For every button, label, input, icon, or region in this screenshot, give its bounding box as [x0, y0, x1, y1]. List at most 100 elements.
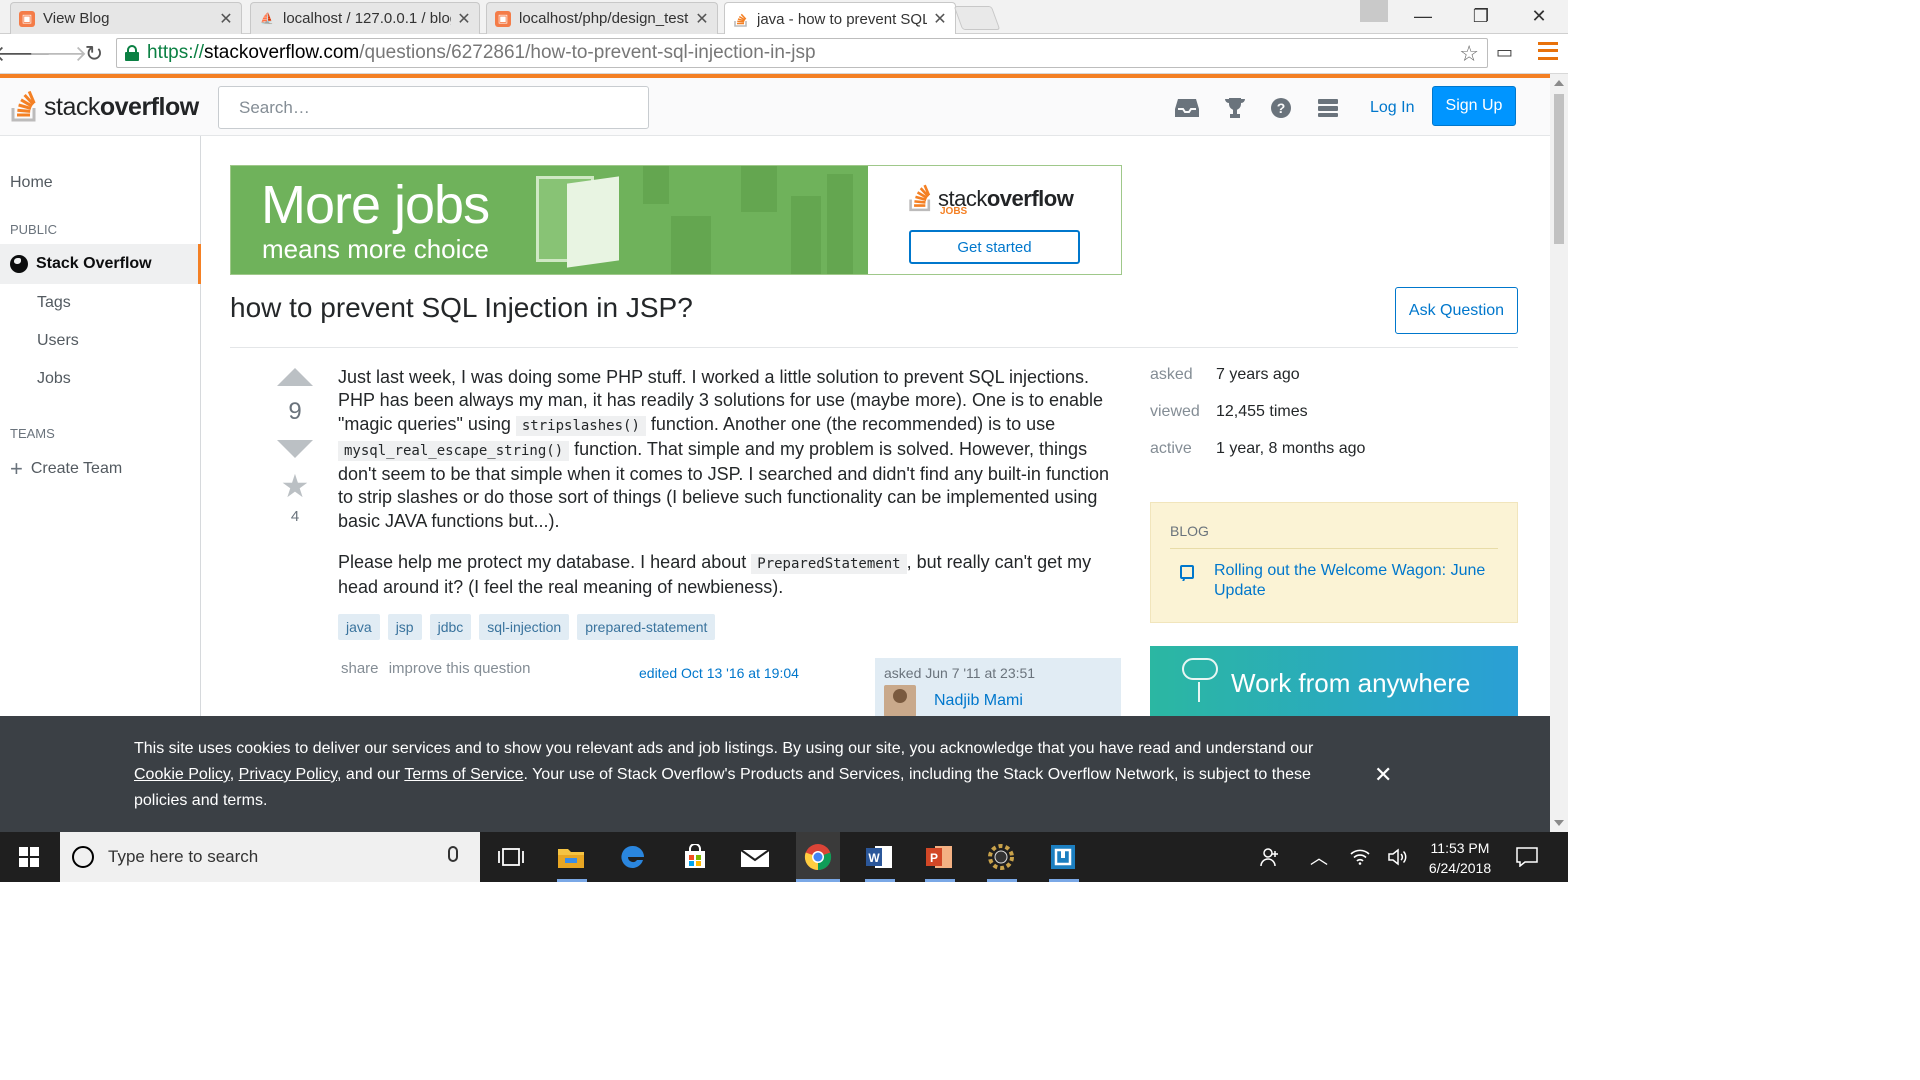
nav-stack-overflow[interactable]: Stack Overflow [0, 244, 201, 284]
cookie-banner: This site uses cookies to deliver our se… [0, 716, 1550, 832]
inline-code: stripslashes() [515, 415, 646, 436]
word-icon[interactable]: W [864, 842, 894, 872]
app-window-icon[interactable] [1048, 842, 1078, 872]
new-tab-button[interactable] [953, 6, 1001, 30]
downvote-arrow-icon[interactable] [277, 440, 313, 458]
tag-sql-injection[interactable]: sql-injection [479, 614, 570, 640]
scrollbar-thumb[interactable] [1554, 94, 1564, 244]
tab-close-icon[interactable]: ✕ [695, 9, 709, 29]
left-sidebar: Home PUBLIC Stack Overflow Tags Users Jo… [0, 136, 201, 716]
stat-value[interactable]: 1 year, 8 months ago [1216, 440, 1365, 477]
cast-icon[interactable]: ▭ [1496, 42, 1513, 63]
close-window-icon[interactable]: ✕ [1510, 0, 1568, 32]
stat-key: asked [1150, 366, 1193, 383]
tab-title: localhost/php/design_test [519, 10, 689, 27]
login-link[interactable]: Log In [1358, 90, 1426, 126]
wifi-icon[interactable] [1350, 832, 1370, 882]
get-started-button[interactable]: Get started [909, 230, 1080, 264]
inbox-icon[interactable] [1174, 96, 1200, 120]
phpmyadmin-icon: ⛵ [260, 13, 274, 25]
terms-of-service-link[interactable]: Terms of Service [404, 766, 523, 783]
tab-title: java - how to prevent SQL [757, 10, 927, 28]
work-from-anywhere-promo[interactable]: Work from anywhere [1150, 646, 1518, 716]
reload-icon[interactable]: ↻ [80, 40, 108, 68]
favorite-star-icon[interactable]: ★ [270, 470, 320, 502]
vote-panel: 9 ★ 4 [270, 368, 320, 525]
question-title[interactable]: how to prevent SQL Injection in JSP? [230, 292, 693, 324]
volume-icon[interactable] [1387, 832, 1407, 882]
minimize-icon[interactable]: — [1394, 0, 1452, 32]
nav-users[interactable]: Users [37, 332, 79, 350]
scroll-down-icon[interactable] [1554, 820, 1564, 826]
task-view-icon[interactable] [496, 842, 526, 872]
xampp-gear-icon[interactable] [986, 842, 1016, 872]
taskbar-search[interactable]: Type here to search [60, 832, 480, 882]
signup-button[interactable]: Sign Up [1432, 86, 1516, 126]
ask-question-button[interactable]: Ask Question [1395, 287, 1518, 334]
browser-tab-design-test[interactable]: ▣ localhost/php/design_test ✕ [486, 2, 718, 34]
windows-taskbar: Type here to search W P ︿ 11:53 PM 6/24/… [0, 832, 1568, 882]
nav-section-teams: TEAMS [10, 426, 55, 441]
tag-jsp[interactable]: jsp [387, 614, 422, 640]
scroll-up-icon[interactable] [1554, 80, 1564, 86]
edited-link[interactable]: edited Oct 13 '16 at 19:04 [639, 665, 799, 681]
chrome-menu-icon[interactable] [1538, 40, 1558, 62]
address-bar[interactable]: https://stackoverflow.com/questions/6272… [116, 38, 1488, 68]
cookie-text: This site uses cookies to deliver our se… [134, 740, 1314, 809]
browser-tab-phpmyadmin[interactable]: ⛵ localhost / 127.0.0.1 / blog ✕ [250, 2, 480, 34]
tag-prepared-statement[interactable]: prepared-statement [577, 614, 716, 640]
achievements-trophy-icon[interactable] [1222, 96, 1248, 120]
maximize-icon[interactable]: ❐ [1452, 0, 1510, 32]
search-input[interactable] [218, 86, 649, 129]
bookmark-star-icon[interactable]: ☆ [1459, 41, 1479, 67]
question-body: Just last week, I was doing some PHP stu… [338, 366, 1123, 618]
file-explorer-icon[interactable] [556, 842, 586, 872]
avatar[interactable] [884, 685, 916, 717]
clock-date: 6/24/2018 [1428, 860, 1492, 876]
tag-jdbc[interactable]: jdbc [429, 614, 472, 640]
chrome-icon[interactable] [803, 842, 833, 872]
browser-tab-stackoverflow[interactable]: java - how to prevent SQL ✕ [724, 2, 956, 35]
windows-start-icon[interactable] [19, 847, 39, 867]
improve-question-link[interactable]: improve this question [389, 660, 531, 677]
stackoverflow-logo[interactable]: stackoverflow [10, 86, 199, 122]
microphone-icon[interactable] [448, 846, 458, 862]
browser-tab-view-blog[interactable]: ▣ View Blog ✕ [10, 2, 242, 34]
page-scrollbar[interactable] [1550, 74, 1568, 832]
question-divider [230, 347, 1518, 348]
svg-text:P: P [930, 851, 938, 865]
privacy-policy-link[interactable]: Privacy Policy [239, 766, 337, 783]
profile-icon[interactable] [1360, 0, 1388, 22]
upvote-arrow-icon[interactable] [277, 368, 313, 386]
close-icon[interactable]: ✕ [1374, 762, 1392, 788]
chevron-up-icon[interactable]: ︿ [1310, 832, 1328, 882]
stat-value: 12,455 times [1216, 403, 1308, 420]
store-icon[interactable] [680, 842, 710, 872]
help-icon[interactable]: ? [1268, 96, 1294, 120]
people-icon[interactable] [1260, 832, 1280, 882]
mail-icon[interactable] [740, 842, 770, 872]
nav-home[interactable]: Home [10, 174, 53, 192]
forward-arrow-icon[interactable]: 🡒 [29, 40, 88, 68]
jobs-ad-banner[interactable]: More jobs means more choice stackoverflo… [230, 165, 1122, 275]
nav-tags[interactable]: Tags [37, 294, 71, 312]
share-link[interactable]: share [341, 660, 379, 677]
asker-name[interactable]: Nadjib Mami [934, 692, 1023, 710]
stackoverflow-logo-icon [11, 90, 36, 122]
site-switcher-icon[interactable] [1315, 96, 1341, 120]
tab-close-icon[interactable]: ✕ [457, 9, 471, 29]
tab-close-icon[interactable]: ✕ [219, 9, 233, 29]
svg-text:W: W [868, 851, 880, 865]
edge-browser-icon[interactable] [618, 842, 648, 872]
tag-java[interactable]: java [338, 614, 380, 640]
cookie-policy-link[interactable]: Cookie Policy [134, 766, 230, 783]
nav-jobs[interactable]: Jobs [37, 370, 71, 388]
blog-post-link[interactable]: Rolling out the Welcome Wagon: June Upda… [1214, 561, 1504, 601]
action-center-icon[interactable] [1516, 832, 1538, 882]
powerpoint-icon[interactable]: P [924, 842, 954, 872]
ad-green-panel: More jobs means more choice [231, 166, 868, 274]
system-clock[interactable]: 11:53 PM 6/24/2018 [1420, 838, 1500, 878]
nav-section-public: PUBLIC [10, 222, 57, 237]
nav-create-team[interactable]: + Create Team [10, 458, 122, 480]
tab-close-icon[interactable]: ✕ [933, 9, 947, 29]
